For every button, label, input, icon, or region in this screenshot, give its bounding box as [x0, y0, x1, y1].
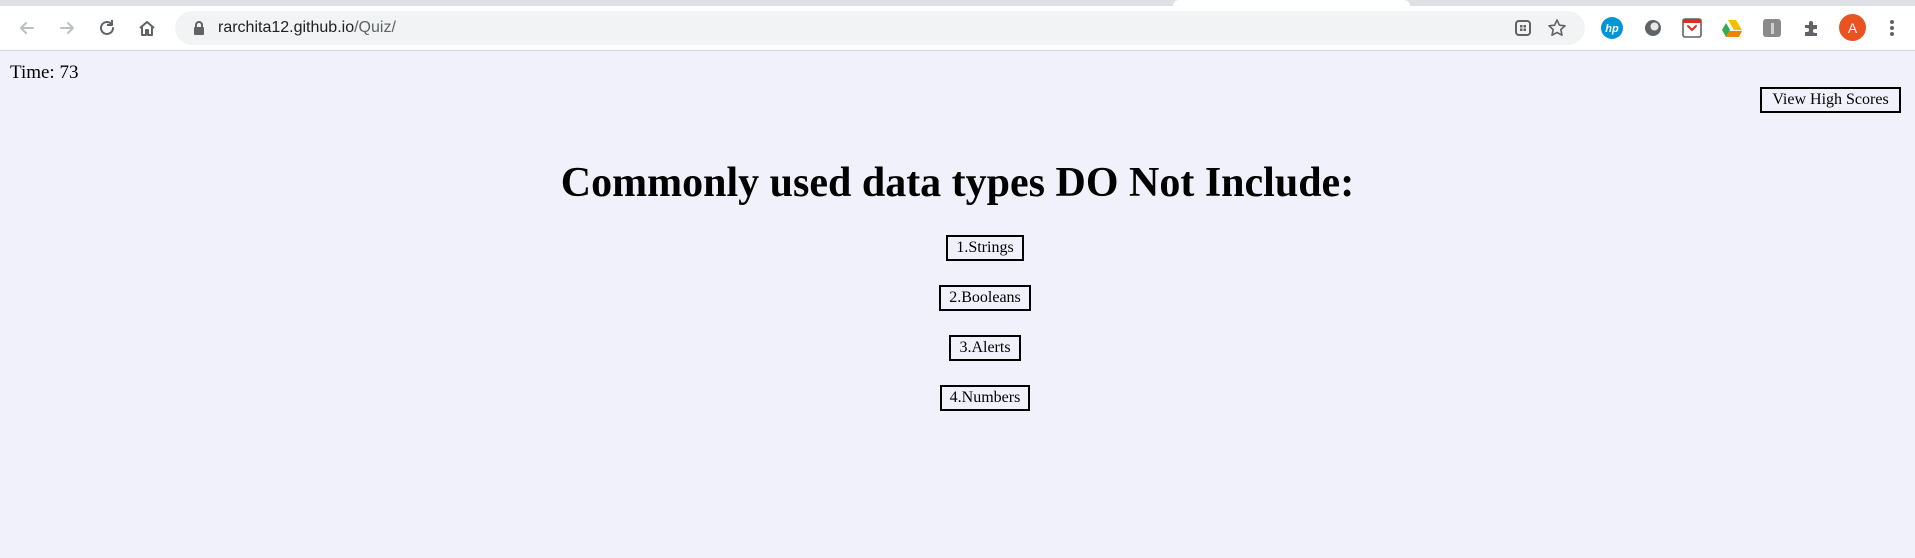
pocket-icon[interactable] [1680, 16, 1704, 40]
answer-button-4[interactable]: 4.Numbers [939, 385, 1031, 411]
address-bar[interactable]: rarchita12.github.io/Quiz/ [175, 11, 1585, 45]
view-high-scores-button[interactable]: View High Scores [1760, 87, 1901, 113]
answer-button-1[interactable]: 1.Strings [946, 235, 1024, 261]
answer-button-3[interactable]: 3.Alerts [949, 335, 1021, 361]
browser-toolbar: rarchita12.github.io/Quiz/ hp A [0, 6, 1915, 51]
circle-extension-icon[interactable] [1641, 16, 1665, 40]
puzzle-icon[interactable] [1800, 16, 1824, 40]
hp-icon[interactable]: hp [1600, 16, 1624, 40]
reload-button[interactable] [90, 6, 124, 50]
url-host: rarchita12.github.io [218, 19, 355, 36]
answer-list: 1.Strings 2.Booleans 3.Alerts 4.Numbers [0, 235, 1915, 435]
home-icon [139, 21, 155, 36]
url-path: /Quiz/ [354, 19, 396, 36]
timer-text: Time: 73 [10, 62, 79, 83]
menu-kebab-icon[interactable] [1880, 16, 1904, 40]
answer-button-2[interactable]: 2.Booleans [939, 285, 1031, 311]
lock-icon[interactable] [191, 20, 207, 36]
forward-button[interactable] [50, 6, 84, 50]
back-arrow-icon [20, 22, 34, 34]
reload-icon [100, 20, 114, 35]
home-button[interactable] [130, 6, 164, 50]
grey-extension-icon[interactable] [1760, 16, 1784, 40]
google-drive-icon[interactable] [1720, 16, 1744, 40]
install-app-icon[interactable] [1512, 17, 1534, 39]
svg-text:hp: hp [1605, 23, 1619, 35]
url-text[interactable]: rarchita12.github.io/Quiz/ [218, 11, 396, 45]
avatar: A [1839, 14, 1866, 41]
back-button[interactable] [10, 6, 44, 50]
bookmark-star-icon[interactable] [1546, 17, 1568, 39]
profile-avatar-button[interactable]: A [1839, 14, 1866, 41]
forward-arrow-icon [60, 22, 74, 34]
question-title: Commonly used data types DO Not Include: [560, 160, 1355, 206]
